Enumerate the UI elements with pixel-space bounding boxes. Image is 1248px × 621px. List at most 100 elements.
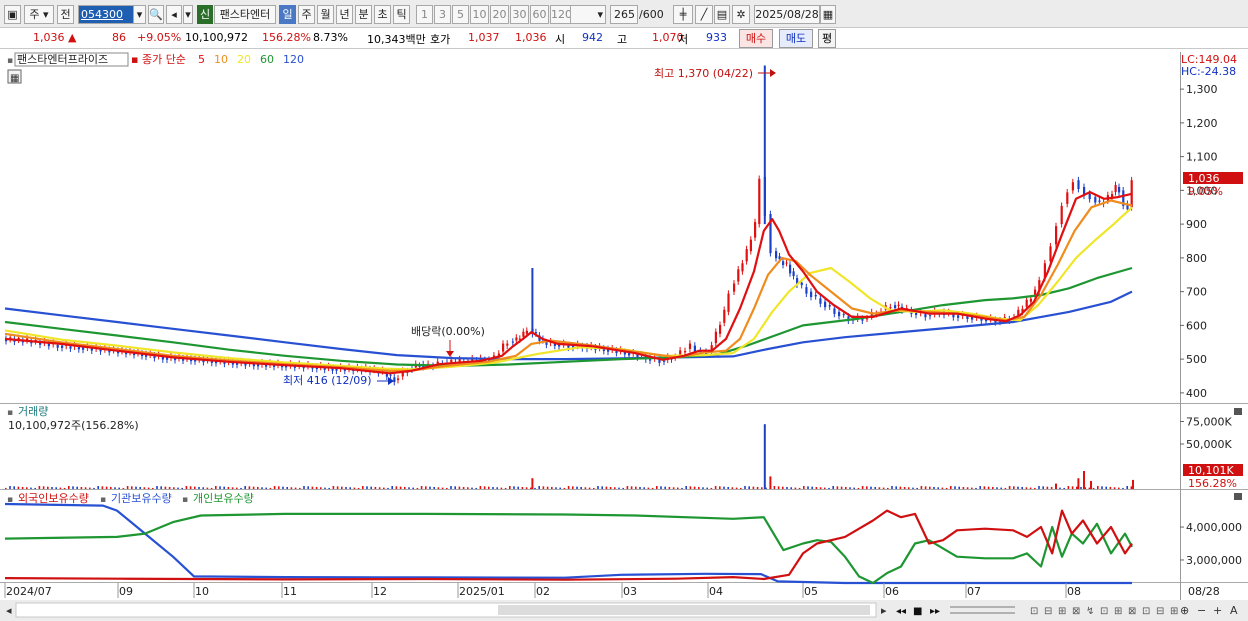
calculator-icon-glyph: ▦ [10, 73, 19, 84]
volume-bar [660, 486, 662, 489]
volume-bar [513, 486, 515, 489]
institution-holding-line [4, 502, 1132, 585]
volume-bar [429, 486, 431, 489]
candle-body [679, 350, 682, 355]
current-price-axis-label: 1,036 [1188, 172, 1220, 185]
volume-bar [13, 486, 15, 489]
volume-bar [362, 486, 364, 489]
volume-bar [609, 486, 612, 489]
candle-body [805, 287, 808, 294]
volume-bar [958, 486, 960, 489]
volume-bar [1067, 486, 1070, 489]
volume-bar [84, 487, 87, 489]
candle-body [789, 264, 792, 274]
volume-bar [521, 486, 524, 489]
volume-bar [1076, 486, 1078, 489]
tool-icon-7: ⊠ [1128, 606, 1136, 617]
volume-bar [828, 487, 830, 489]
candle-body [723, 309, 726, 323]
volume-bar [933, 486, 935, 489]
volume-bar [1021, 486, 1023, 489]
volume-bar [395, 486, 398, 489]
volume-bar [341, 486, 343, 489]
volume-bar [101, 486, 104, 489]
candle-body [506, 343, 509, 346]
price-tick-label: 600 [1186, 319, 1207, 332]
volume-bar [185, 486, 188, 489]
volume-bar [223, 486, 225, 489]
volume-bar [929, 486, 931, 489]
volume-bar [698, 486, 700, 489]
volume-bar [462, 486, 465, 489]
volume-bar [156, 486, 158, 489]
volume-bar [790, 487, 792, 489]
scrollbar-thumb[interactable] [498, 605, 870, 615]
volume-bar [601, 486, 603, 489]
candle-body [56, 344, 59, 348]
price-tick-label: 500 [1186, 353, 1207, 366]
volume-bar [605, 486, 608, 489]
volume-bar [248, 486, 251, 489]
volume-bar [147, 487, 150, 489]
price-tick-label: 1,100 [1186, 151, 1218, 164]
volume-close-icon[interactable] [1234, 408, 1242, 415]
x-axis-end-label: 08/28 [1188, 585, 1220, 598]
volume-bar [975, 487, 977, 489]
legend-bullet: ▪ [100, 495, 106, 505]
volume-bar [740, 487, 742, 489]
volume-bar [908, 487, 910, 489]
volume-bar [1034, 487, 1036, 489]
volume-bar [299, 487, 301, 489]
volume-bar [937, 487, 939, 489]
volume-bar [21, 486, 24, 489]
candle-body [1118, 187, 1121, 193]
volume-bar [324, 487, 326, 489]
ma-type-label: ▪ 종가 단순 [131, 53, 186, 66]
volume-bar [551, 486, 553, 489]
x-axis-label: 07 [967, 585, 981, 598]
volume-bar [378, 487, 381, 489]
volume-bar [777, 486, 780, 489]
volume-bar [706, 487, 708, 489]
volume-spike-bar [1083, 471, 1085, 489]
volume-bar [55, 487, 57, 489]
zoom-out-icon: − [1197, 604, 1206, 617]
volume-bar [265, 487, 267, 489]
volume-bar [446, 487, 448, 489]
candle-body [77, 346, 80, 350]
volume-bar [433, 486, 435, 489]
volume-bar [227, 486, 230, 489]
volume-bar [866, 486, 868, 489]
candle-body [775, 251, 778, 259]
holdings-close-icon[interactable] [1234, 493, 1242, 500]
volume-bar [819, 487, 822, 489]
volume-bar [206, 487, 209, 489]
volume-bar [1109, 486, 1112, 489]
candle-body [824, 301, 827, 308]
x-axis-label: 06 [885, 585, 899, 598]
volume-bar [576, 486, 578, 489]
volume-spike-bar [763, 424, 766, 489]
stock-chart: 4005006007008009001,0001,1001,2001,300▪ … [0, 52, 1248, 621]
volume-bar [181, 487, 183, 489]
volume-bar [336, 486, 339, 489]
volume-spike-bar [1077, 478, 1080, 489]
volume-bar [303, 486, 305, 489]
volume-bar [105, 486, 108, 489]
volume-bar [1088, 487, 1091, 489]
candle-body [842, 314, 845, 316]
volume-bar [320, 487, 322, 489]
volume-spike-bar [1090, 480, 1092, 489]
volume-bar [572, 486, 574, 489]
volume-spike-bar [1055, 483, 1057, 489]
x-axis-label: 10 [195, 585, 209, 598]
candle-body [957, 315, 960, 318]
candle-body [792, 271, 795, 277]
volume-bar [853, 487, 855, 489]
candle-body [1077, 180, 1080, 190]
price-tick-label: 700 [1186, 286, 1207, 299]
tool-icon-5: ⊡ [1100, 606, 1108, 617]
candle-body [741, 263, 744, 272]
volume-bar [366, 486, 368, 489]
volume-bar [920, 486, 923, 489]
